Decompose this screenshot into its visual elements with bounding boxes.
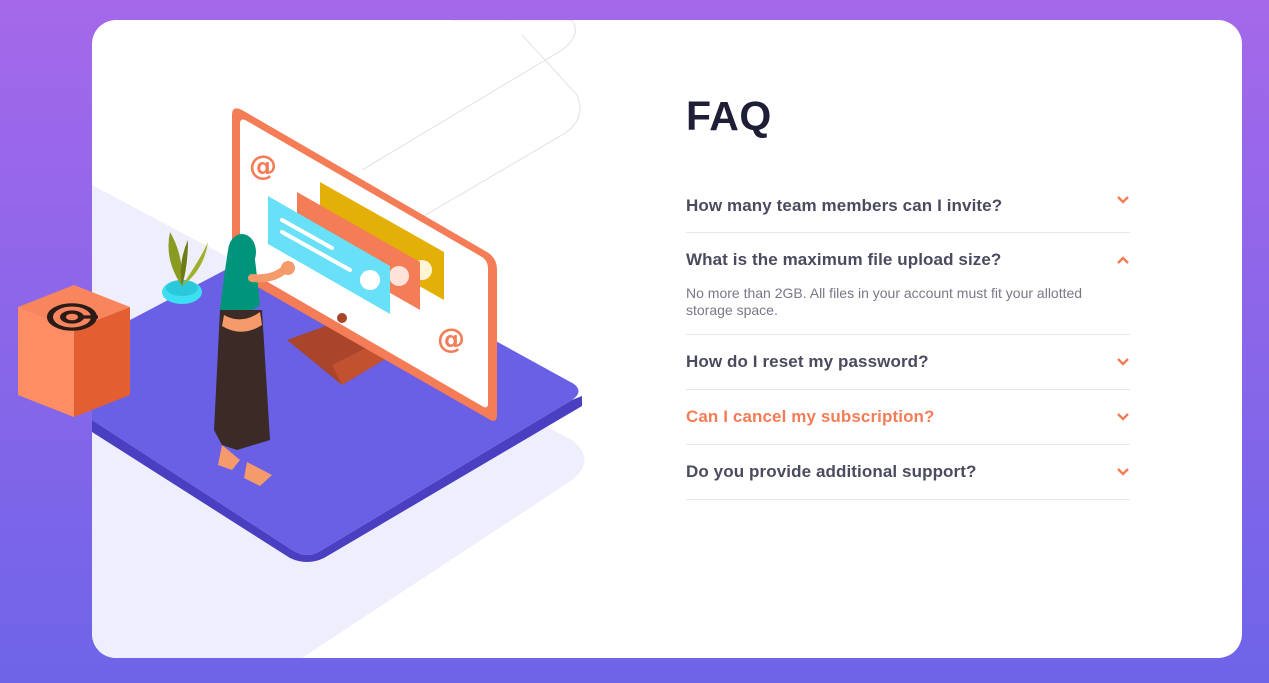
faq-item: How many team members can I invite? <box>686 186 1130 233</box>
chevron-down-icon[interactable] <box>1117 358 1129 366</box>
chevron-up-icon[interactable] <box>1117 256 1129 264</box>
svg-text:@: @ <box>437 322 465 355</box>
svg-text:@: @ <box>249 149 277 182</box>
faq-section: FAQ How many team members can I invite? … <box>686 96 1130 500</box>
email-cube-icon <box>18 285 130 417</box>
faq-question-toggle[interactable]: How do I reset my password? <box>686 335 1130 389</box>
faq-item: Do you provide additional support? <box>686 445 1130 500</box>
faq-item-hovered: Can I cancel my subscription? <box>686 390 1130 445</box>
faq-question-text: How do I reset my password? <box>686 352 929 371</box>
faq-card: @ @ FAQ How many team members can I invi… <box>92 20 1242 658</box>
faq-question-text: Do you provide additional support? <box>686 462 977 481</box>
woman-online-illustration: @ @ <box>92 20 585 658</box>
faq-title: FAQ <box>686 93 772 139</box>
faq-question-toggle[interactable]: Can I cancel my subscription? <box>686 390 1130 444</box>
faq-item-expanded: What is the maximum file upload size? No… <box>686 233 1130 335</box>
chevron-down-icon[interactable] <box>1117 196 1129 204</box>
faq-question-text: Can I cancel my subscription? <box>686 407 935 426</box>
faq-question-text: How many team members can I invite? <box>686 196 1003 215</box>
faq-question-text: What is the maximum file upload size? <box>686 250 1002 269</box>
faq-item: How do I reset my password? <box>686 335 1130 390</box>
faq-question-toggle[interactable]: Do you provide additional support? <box>686 445 1130 499</box>
faq-question-toggle[interactable]: How many team members can I invite? <box>686 186 1130 232</box>
chevron-down-icon[interactable] <box>1117 468 1129 476</box>
chevron-down-icon[interactable] <box>1117 413 1129 421</box>
faq-question-toggle[interactable]: What is the maximum file upload size? <box>686 233 1130 287</box>
faq-answer-text: No more than 2GB. All files in your acco… <box>686 285 1083 318</box>
